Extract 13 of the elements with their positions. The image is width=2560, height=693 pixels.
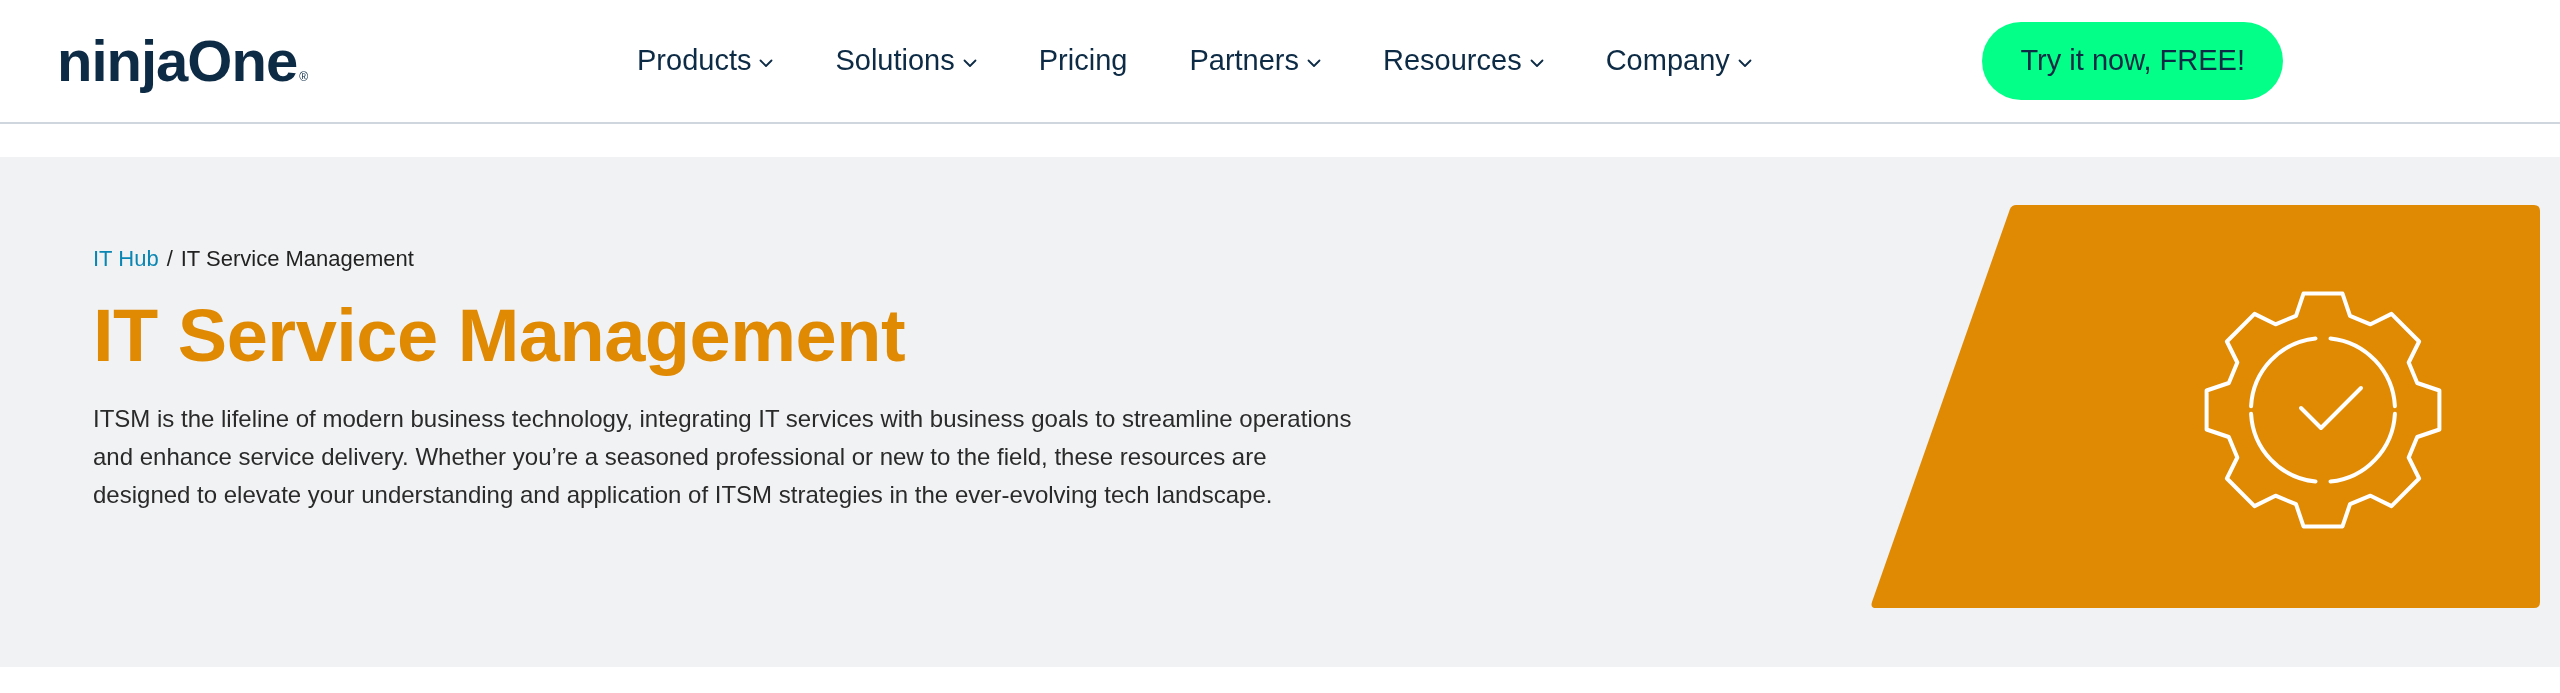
- nav-link[interactable]: Solutions: [835, 39, 977, 83]
- breadcrumb-separator: /: [166, 245, 173, 273]
- nav-link[interactable]: Company: [1605, 39, 1752, 83]
- nav-link[interactable]: Resources: [1383, 39, 1544, 83]
- gear-check-icon: [2204, 291, 2442, 529]
- breadcrumb-current: IT Service Management: [180, 245, 414, 273]
- breadcrumb-link[interactable]: IT Hub: [93, 242, 159, 275]
- nav-link[interactable]: Pricing: [1038, 39, 1128, 83]
- nav-link[interactable]: Products: [637, 39, 774, 83]
- try-free-button[interactable]: Try it now, FREE!: [1982, 22, 2283, 100]
- intro-paragraph: ITSM is the lifeline of modern business technology, integrating IT services with business goals to streamline operations and enhance service delivery. Whether you’re a seasoned professional or new to the field, these resources are designed to elevate your understanding and application of ITSM strategies in the ever-evolving tech landscape.: [93, 404, 1353, 511]
- nav-link[interactable]: Partners: [1189, 39, 1322, 83]
- page-title: IT Service Management: [93, 293, 907, 379]
